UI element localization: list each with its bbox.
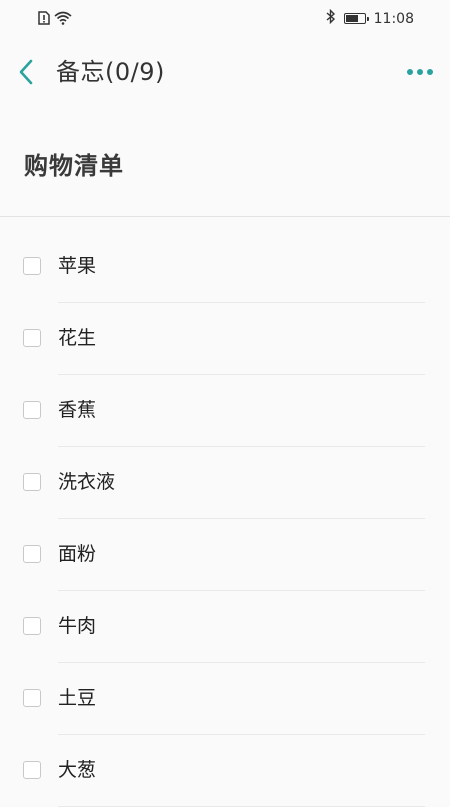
checklist-item[interactable]: 面粉 [0, 519, 450, 591]
note-title[interactable]: 购物清单 [24, 146, 124, 181]
chevron-left-icon [19, 59, 33, 85]
checkbox[interactable] [23, 761, 41, 779]
checklist-item[interactable]: 花生 [0, 303, 450, 375]
checklist-item-label[interactable]: 大葱 [58, 758, 96, 782]
more-dots-icon [417, 69, 423, 75]
status-left-icons [38, 10, 72, 29]
checklist-item[interactable]: 洗衣液 [0, 447, 450, 519]
wifi-icon [54, 10, 72, 29]
checklist-item[interactable]: 土豆 [0, 663, 450, 735]
more-dots-icon [407, 69, 413, 75]
more-dots-icon [427, 69, 433, 75]
bluetooth-icon [326, 8, 336, 28]
checkbox[interactable] [23, 473, 41, 491]
checklist-item-label[interactable]: 花生 [58, 326, 96, 350]
checkbox[interactable] [23, 689, 41, 707]
checklist-item-label[interactable]: 苹果 [58, 254, 96, 278]
checklist-item-label[interactable]: 面粉 [58, 542, 96, 566]
page-title: 备忘(0/9) [56, 58, 165, 86]
back-button[interactable] [14, 56, 42, 88]
battery-level [345, 15, 358, 22]
checkbox[interactable] [23, 329, 41, 347]
checkbox[interactable] [23, 545, 41, 563]
checklist-item[interactable]: 苹果 [0, 231, 450, 303]
app-header: 备忘(0/9) [0, 44, 450, 102]
status-bar: 11:08 [0, 0, 450, 36]
checklist-item-label[interactable]: 洗衣液 [58, 470, 115, 494]
checklist-item-label[interactable]: 香蕉 [58, 398, 96, 422]
checkbox[interactable] [23, 617, 41, 635]
checkbox[interactable] [23, 257, 41, 275]
checklist-item[interactable]: 香蕉 [0, 375, 450, 447]
alert-icon [38, 10, 50, 29]
checklist-item-label[interactable]: 牛肉 [58, 614, 96, 638]
more-options-button[interactable] [404, 60, 436, 84]
title-divider [0, 216, 450, 217]
battery-icon [343, 13, 369, 24]
checkbox[interactable] [23, 401, 41, 419]
status-time: 11:08 [373, 10, 414, 27]
checklist: 苹果花生香蕉洗衣液面粉牛肉土豆大葱 [0, 231, 450, 807]
status-right-icons: 11:08 [326, 8, 414, 28]
checklist-item[interactable]: 牛肉 [0, 591, 450, 663]
checklist-item-label[interactable]: 土豆 [58, 686, 96, 710]
checklist-item[interactable]: 大葱 [0, 735, 450, 807]
